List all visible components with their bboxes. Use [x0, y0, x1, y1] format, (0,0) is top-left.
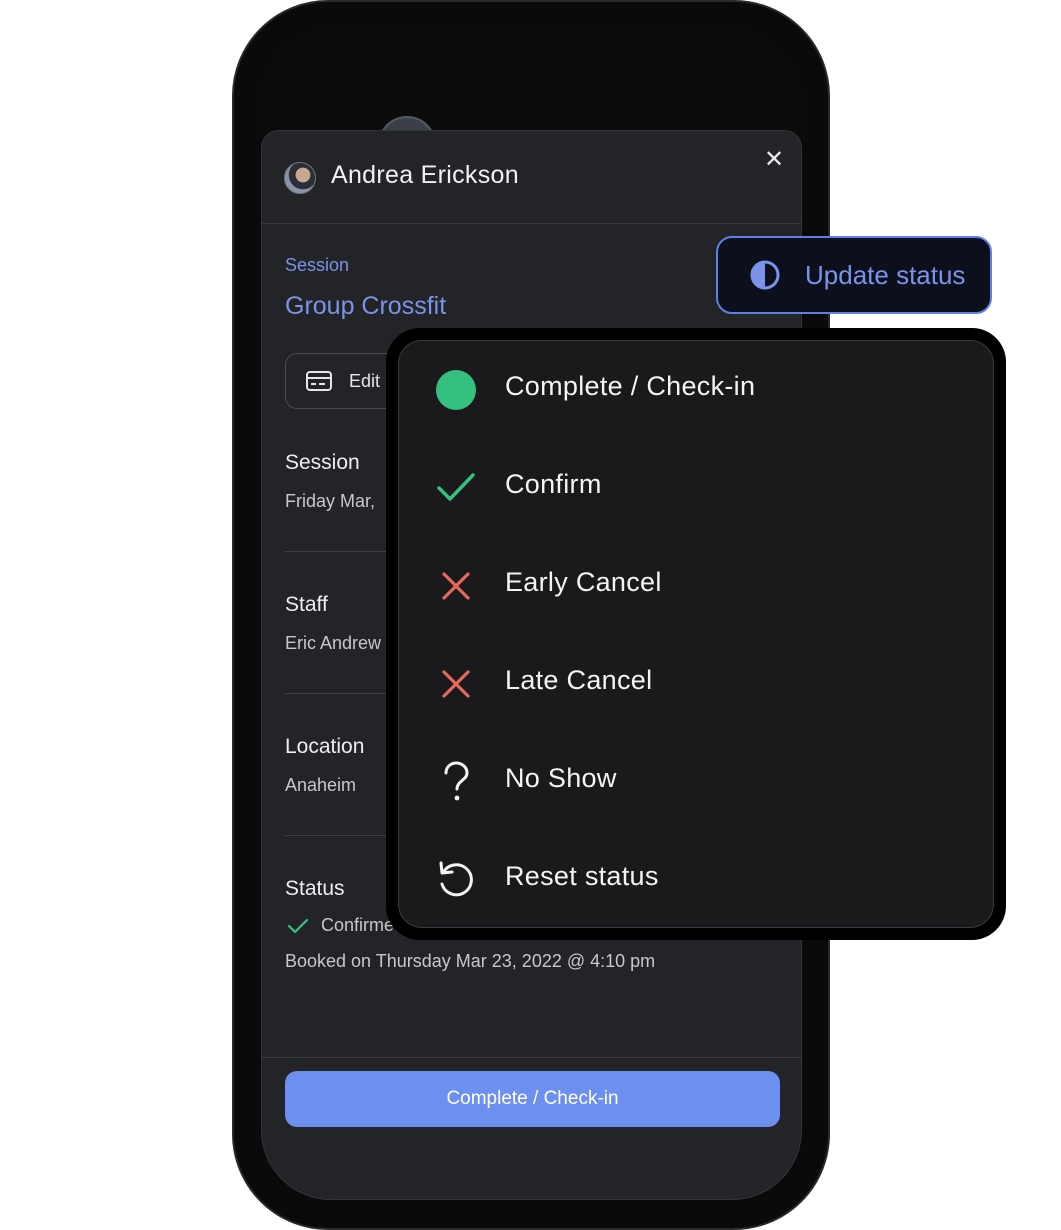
check-icon — [287, 918, 309, 934]
menu-item-label: Confirm — [505, 469, 602, 499]
location-value: Anaheim — [285, 775, 357, 795]
sheet-header: Andrea Erickson ✕ — [262, 131, 801, 224]
update-status-button[interactable]: Update status — [716, 236, 992, 314]
menu-item-reset-status[interactable]: Reset status — [399, 831, 993, 929]
update-status-label: Update status — [805, 260, 966, 290]
avatar — [284, 162, 316, 194]
menu-item-label: Complete / Check-in — [505, 371, 756, 401]
edit-label: Edit — [349, 371, 381, 391]
x-icon — [442, 670, 470, 698]
menu-item-confirm[interactable]: Confirm — [399, 439, 993, 537]
complete-check-in-button[interactable]: Complete / Check-in — [285, 1071, 780, 1127]
status-text: Confirme — [321, 915, 395, 935]
menu-item-label: No Show — [505, 763, 617, 793]
menu-item-no-show[interactable]: No Show — [399, 733, 993, 831]
question-icon — [444, 761, 469, 801]
booked-info: Booked on Thursday Mar 23, 2022 @ 4:10 p… — [285, 951, 656, 971]
menu-item-label: Late Cancel — [505, 665, 653, 695]
status-menu: Complete / Check-in Confirm Early Cancel… — [398, 340, 994, 928]
close-icon[interactable]: ✕ — [761, 147, 787, 173]
menu-item-label: Reset status — [505, 861, 659, 891]
staff-value: Eric Andrew — [285, 633, 382, 653]
session-label: Session — [285, 451, 360, 474]
staff-label: Staff — [285, 593, 328, 616]
location-label: Location — [285, 735, 365, 758]
session-value: Friday Mar, — [285, 491, 376, 511]
green-dot-icon — [436, 370, 476, 410]
session-kicker: Session — [285, 255, 350, 275]
menu-item-complete-check-in[interactable]: Complete / Check-in — [399, 341, 993, 439]
menu-item-late-cancel[interactable]: Late Cancel — [399, 635, 993, 733]
check-icon — [437, 473, 475, 501]
menu-item-early-cancel[interactable]: Early Cancel — [399, 537, 993, 635]
footer-divider — [262, 1057, 801, 1058]
status-label: Status — [285, 877, 345, 900]
reset-icon — [439, 861, 473, 897]
card-icon — [306, 371, 332, 391]
half-circle-icon — [750, 260, 780, 290]
x-icon — [442, 572, 470, 600]
session-title[interactable]: Group Crossfit — [285, 292, 446, 321]
user-name: Andrea Erickson — [331, 161, 519, 189]
menu-item-label: Early Cancel — [505, 567, 662, 597]
